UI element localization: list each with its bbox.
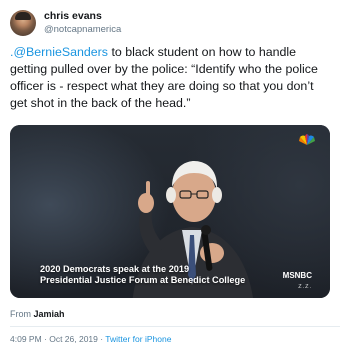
from-prefix: From — [10, 309, 31, 319]
divider — [10, 326, 340, 327]
video-player[interactable]: 2020 Democrats speak at the 2019 Preside… — [10, 125, 330, 298]
from-attribution: From Jamiah — [10, 309, 65, 319]
tweet-meta: 4:09 PM · Oct 26, 2019 · Twitter for iPh… — [10, 334, 171, 344]
tweet-header: chris evans @notcapnamerica — [10, 8, 330, 38]
author-display-name[interactable]: chris evans — [44, 10, 121, 23]
source-link[interactable]: Twitter for iPhone — [105, 334, 171, 344]
msnbc-sub-text: Z.Z. — [298, 284, 312, 290]
msnbc-logo-text: MSNBC — [282, 271, 312, 280]
mention-link[interactable]: .@BernieSanders — [10, 45, 108, 59]
caption-line-2: Presidential Justice Forum at Benedict C… — [40, 275, 246, 285]
nbc-peacock-icon — [299, 134, 315, 145]
caption-line-1: 2020 Democrats speak at the 2019 — [40, 264, 190, 274]
from-user-link[interactable]: Jamiah — [34, 309, 65, 319]
video-caption: 2020 Democrats speak at the 2019 Preside… — [40, 264, 245, 286]
timestamp[interactable]: 4:09 PM · Oct 26, 2019 · — [10, 334, 105, 344]
tweet-text: .@BernieSanders to black student on how … — [10, 44, 332, 112]
avatar[interactable] — [10, 10, 36, 36]
msnbc-logo: MSNBC Z.Z. — [283, 271, 312, 292]
author-handle[interactable]: @notcapnamerica — [44, 23, 121, 36]
author-names: chris evans @notcapnamerica — [44, 10, 121, 36]
